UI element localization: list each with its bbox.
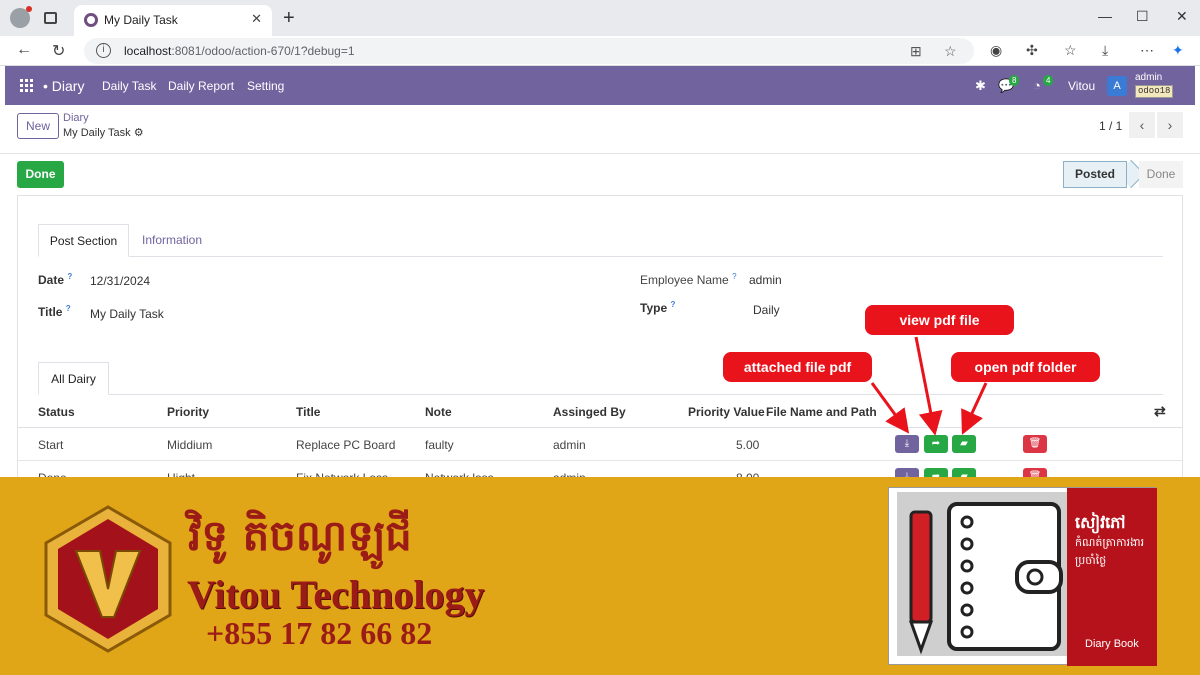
- employee-field[interactable]: admin: [749, 273, 782, 287]
- title-field[interactable]: My Daily Task: [90, 307, 164, 321]
- col-assigned-by[interactable]: Assinged By: [553, 405, 626, 419]
- extensions-puzzle-icon[interactable]: ✣: [1026, 42, 1038, 59]
- stage-done[interactable]: Done: [1139, 161, 1183, 188]
- table-row[interactable]: Start Middium Replace PC Board faulty ad…: [18, 428, 1182, 461]
- pager-previous-icon[interactable]: ‹: [1129, 112, 1155, 138]
- stage-posted[interactable]: Posted: [1063, 161, 1127, 188]
- date-label: Date ?: [38, 272, 73, 287]
- vitou-logo-icon: [44, 505, 172, 653]
- url-field[interactable]: i localhost:8081/odoo/action-670/1?debug…: [84, 38, 974, 64]
- app-install-icon[interactable]: ⊞: [910, 43, 922, 60]
- col-note[interactable]: Note: [425, 405, 452, 419]
- callout-open-folder: open pdf folder: [951, 352, 1100, 382]
- brand-phone: +855 17 82 66 82: [206, 615, 433, 651]
- site-info-icon[interactable]: i: [96, 43, 111, 58]
- new-button[interactable]: New: [17, 113, 59, 139]
- menu-daily-task[interactable]: Daily Task: [102, 79, 156, 93]
- brand-khmer-name: វិទូ តិចណូឡូជី: [188, 511, 412, 560]
- tab-information[interactable]: Information: [142, 233, 202, 247]
- tab-post-section[interactable]: Post Section: [38, 224, 129, 257]
- new-tab-icon[interactable]: +: [283, 8, 295, 28]
- favorite-star-icon[interactable]: ☆: [944, 43, 957, 60]
- tab-all-dairy[interactable]: All Dairy: [38, 362, 109, 395]
- col-priority[interactable]: Priority: [167, 405, 209, 419]
- debug-bug-icon[interactable]: ✱: [975, 78, 986, 94]
- app-name[interactable]: • Diary: [43, 78, 84, 94]
- cell-status: Start: [38, 438, 64, 452]
- apps-grid-icon[interactable]: [20, 79, 33, 92]
- optional-columns-icon[interactable]: ⇄: [1154, 403, 1166, 420]
- promo-banner: វិទូ តិចណូឡូជី Vitou Technology +855 17 …: [0, 477, 1200, 675]
- delete-trash-icon[interactable]: 🗑: [1023, 435, 1047, 453]
- menu-setting[interactable]: Setting: [247, 79, 284, 93]
- database-tag: odoo18: [1135, 85, 1174, 98]
- cell-priority: Middium: [167, 438, 213, 452]
- book-title-khmer: សៀវភៅ: [1075, 515, 1126, 532]
- date-field[interactable]: 12/31/2024: [90, 274, 150, 288]
- company-switch[interactable]: Vitou: [1068, 79, 1095, 93]
- url-path: :8081/odoo/action-670/1?debug=1: [171, 44, 355, 58]
- done-button[interactable]: Done: [17, 161, 64, 188]
- cell-title: Replace PC Board: [296, 438, 396, 452]
- browser-tabbar: My Daily Task ✕ + — ☐ ✕: [0, 0, 1200, 36]
- pager-value[interactable]: 1 / 1: [1099, 119, 1122, 133]
- user-avatar[interactable]: A: [1107, 76, 1127, 96]
- back-icon[interactable]: ←: [16, 41, 32, 59]
- stage-statusbar: Posted Done: [1063, 159, 1183, 189]
- employee-label: Employee Name ?: [640, 272, 737, 287]
- brand-english-name: Vitou Technology: [187, 572, 485, 617]
- book-subtitle-khmer: កំណត់ត្រាការងារ: [1075, 537, 1145, 549]
- table-header: Status Priority Title Note Assinged By P…: [18, 395, 1182, 428]
- col-priority-value[interactable]: Priority Value: [688, 405, 765, 419]
- book-title-english: Diary Book: [1085, 638, 1139, 650]
- callout-view-pdf: view pdf file: [865, 305, 1014, 335]
- cell-assigned: admin: [553, 438, 586, 452]
- col-title[interactable]: Title: [296, 405, 320, 419]
- col-status[interactable]: Status: [38, 405, 75, 419]
- book-subtitle-khmer-2: ប្រចាំថ្ងៃ: [1075, 555, 1107, 567]
- type-label: Type ?: [640, 300, 676, 315]
- chat-count-badge: 8: [1009, 75, 1020, 86]
- user-name[interactable]: admin: [1135, 72, 1162, 83]
- menu-daily-report[interactable]: Daily Report: [168, 79, 234, 93]
- extension-monkey-icon[interactable]: ◉: [990, 42, 1002, 59]
- folder-open-icon[interactable]: ▰: [952, 435, 976, 453]
- divider: [0, 153, 1200, 154]
- diary-book-image: សៀវភៅ កំណត់ត្រាការងារ ប្រចាំថ្ងៃ Diary B…: [888, 487, 1157, 666]
- cell-note: faulty: [425, 438, 454, 452]
- activity-count-badge: 4: [1043, 75, 1054, 86]
- downloads-icon[interactable]: ⤓: [1102, 42, 1108, 59]
- share-arrow-icon[interactable]: ➦: [924, 435, 948, 453]
- window-close-icon[interactable]: ✕: [1176, 8, 1188, 25]
- tab-close-icon[interactable]: ✕: [251, 11, 262, 27]
- tab-actions-icon[interactable]: [44, 12, 57, 24]
- type-field[interactable]: Daily: [753, 303, 780, 317]
- notification-dot: [26, 6, 32, 12]
- tab-divider: [38, 256, 1163, 257]
- favorites-icon[interactable]: ☆: [1064, 42, 1077, 59]
- browser-tab[interactable]: My Daily Task ✕: [74, 5, 272, 36]
- copilot-icon[interactable]: ✦: [1172, 42, 1184, 59]
- breadcrumb-parent[interactable]: Diary: [63, 112, 89, 124]
- reload-icon[interactable]: ↻: [52, 41, 65, 61]
- notebook-pen-icon: [908, 502, 1063, 655]
- address-bar-row: ← ↻ i localhost:8081/odoo/action-670/1?d…: [0, 36, 1200, 66]
- maximize-icon[interactable]: ☐: [1136, 8, 1149, 25]
- title-label: Title ?: [38, 304, 71, 319]
- activity-clock-icon[interactable]: ◔: [1033, 78, 1041, 93]
- url-host: localhost: [124, 44, 172, 58]
- minimize-icon[interactable]: —: [1098, 8, 1112, 24]
- cell-priority-value: 5.00: [736, 438, 760, 452]
- tab-title: My Daily Task: [104, 13, 178, 27]
- callout-attach-pdf: attached file pdf: [723, 352, 872, 382]
- gear-icon[interactable]: ⚙: [134, 127, 144, 139]
- col-file-name-path[interactable]: File Name and Path: [766, 405, 877, 419]
- breadcrumb-current: My Daily Task ⚙: [63, 127, 144, 139]
- download-icon[interactable]: ⤓: [895, 435, 919, 453]
- more-menu-icon[interactable]: ⋯: [1140, 42, 1154, 59]
- pager-next-icon[interactable]: ›: [1157, 112, 1183, 138]
- notebook-illustration: [897, 492, 1069, 656]
- odoo-favicon-icon: [84, 13, 98, 27]
- odoo-navbar: • Diary Daily Task Daily Report Setting …: [5, 66, 1195, 105]
